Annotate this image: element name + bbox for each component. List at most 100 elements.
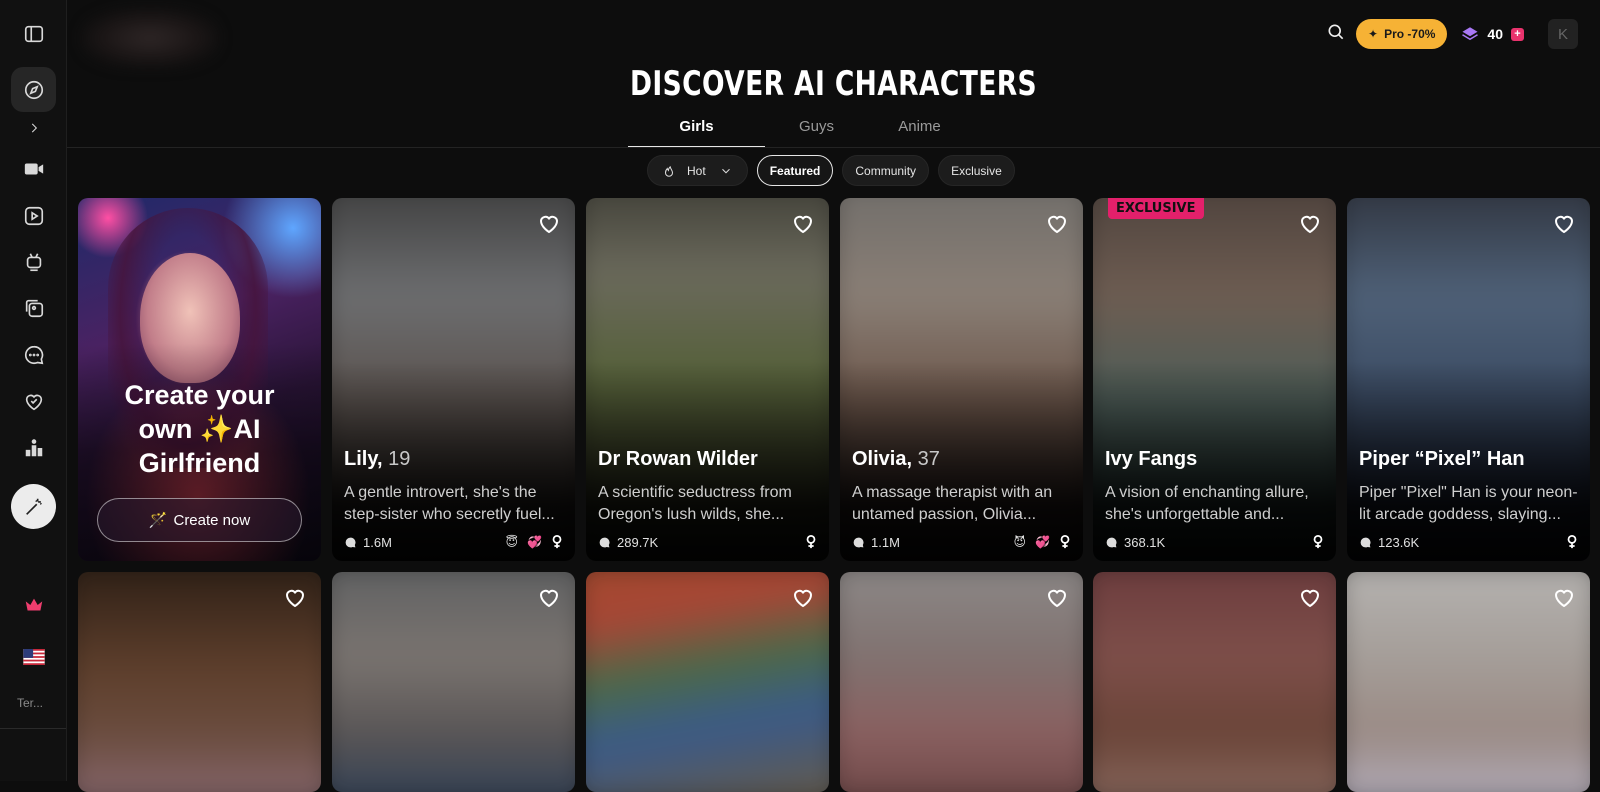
character-meta: 1.6M 😇 💞	[344, 534, 563, 550]
character-card[interactable]	[332, 572, 575, 792]
character-card[interactable]: Dr Rowan Wilder A scientific seductress …	[586, 198, 829, 561]
expand-chevron-icon[interactable]	[11, 107, 56, 149]
create-now-label: Create now	[173, 511, 251, 529]
gems-balance[interactable]: 40 +	[1461, 25, 1524, 43]
sort-dropdown[interactable]: Hot	[647, 155, 748, 186]
favorite-heart-icon[interactable]	[1552, 586, 1576, 610]
character-name: Ivy Fangs	[1105, 448, 1198, 470]
favorite-heart-icon[interactable]	[791, 212, 815, 236]
character-card[interactable]	[840, 572, 1083, 792]
blurred-logo	[80, 8, 220, 68]
trait-emoji: 💞	[1035, 535, 1050, 549]
pro-upgrade-button[interactable]: ✦ Pro -70%	[1356, 19, 1448, 49]
page-title: DISCOVER AI CHARACTERS	[629, 64, 1038, 104]
us-flag-icon[interactable]	[11, 634, 56, 679]
sparkle-icon: ✦	[1368, 27, 1379, 41]
favorite-heart-icon[interactable]	[537, 212, 561, 236]
favorite-heart-icon[interactable]	[283, 586, 307, 610]
filter-exclusive[interactable]: Exclusive	[938, 155, 1015, 186]
character-meta: 123.6K	[1359, 534, 1578, 550]
filter-community[interactable]: Community	[842, 155, 930, 186]
heart-handshake-icon[interactable]	[11, 379, 56, 424]
trait-emoji: 😈	[1013, 535, 1027, 549]
chat-bubble-icon[interactable]	[11, 332, 56, 377]
chat-count-icon	[853, 537, 864, 547]
character-card[interactable]: EXCLUSIVE Ivy Fangs A vision of enchanti…	[1093, 198, 1336, 561]
tab-guys[interactable]: Guys	[765, 114, 868, 148]
create-now-button[interactable]: 🪄 Create now	[97, 498, 302, 542]
chat-count: 289.7K	[617, 534, 659, 550]
favorite-heart-icon[interactable]	[537, 586, 561, 610]
character-card[interactable]	[586, 572, 829, 792]
character-name: Dr Rowan Wilder	[598, 448, 758, 470]
female-icon	[1313, 535, 1323, 549]
trait-emoji: 😇	[505, 535, 519, 549]
character-card[interactable]	[78, 572, 321, 792]
avatar[interactable]: K	[1548, 19, 1578, 49]
tab-anime[interactable]: Anime	[868, 114, 971, 148]
chat-count: 368.1K	[1124, 534, 1166, 550]
character-name: Lily, 19	[344, 448, 411, 470]
topbar-actions: ✦ Pro -70% 40 + K	[1326, 18, 1578, 50]
character-card[interactable]: Olivia, 37 A massage therapist with an un…	[840, 198, 1083, 561]
character-meta: 289.7K	[598, 534, 817, 550]
character-card[interactable]: Piper “Pixel” Han Piper "Pixel" Han is y…	[1347, 198, 1590, 561]
character-description: Piper "Pixel" Han is your neon-lit arcad…	[1359, 484, 1578, 523]
chevron-down-icon	[721, 168, 730, 173]
toggle-sidebar-icon[interactable]	[11, 11, 56, 56]
create-ai-girlfriend-card[interactable]: Create your own ✨AI Girlfriend 🪄 Create …	[78, 198, 321, 561]
gallery-images-icon[interactable]	[11, 285, 56, 330]
sidebar: Ter...	[0, 0, 67, 781]
character-card[interactable]: Lily, 19 A gentle introvert, she's the st…	[332, 198, 575, 561]
chat-count: 1.1M	[871, 534, 900, 550]
sort-label: Hot	[687, 163, 706, 178]
chat-count-icon	[345, 537, 356, 547]
chat-count-icon	[1106, 537, 1117, 547]
trait-emoji: 💞	[527, 535, 542, 549]
chat-count: 1.6M	[363, 534, 392, 550]
video-camera-icon[interactable]	[11, 146, 56, 191]
robot-icon[interactable]	[11, 239, 56, 284]
female-icon	[806, 535, 816, 549]
category-tabs: Girls Guys Anime	[628, 114, 971, 148]
character-description: A gentle introvert, she's the step-sister…	[344, 484, 555, 523]
magic-wand-icon[interactable]	[11, 484, 56, 529]
female-icon	[1567, 535, 1577, 549]
filter-featured[interactable]: Featured	[756, 155, 834, 186]
magic-wand-icon: 🪄	[148, 512, 168, 529]
discover-compass-icon[interactable]	[11, 67, 56, 112]
chat-count: 123.6K	[1378, 534, 1420, 550]
character-card[interactable]	[1347, 572, 1590, 792]
gems-count: 40	[1487, 26, 1503, 42]
search-icon[interactable]	[1326, 22, 1346, 47]
flame-icon	[664, 165, 674, 177]
exclusive-badge: EXCLUSIVE	[1108, 198, 1204, 219]
favorite-heart-icon[interactable]	[1045, 212, 1069, 236]
character-description: A massage therapist with an untamed passi…	[852, 484, 1053, 523]
favorite-heart-icon[interactable]	[1298, 586, 1322, 610]
character-meta: 1.1M 😈 💞	[852, 534, 1071, 550]
character-meta: 368.1K	[1105, 534, 1324, 550]
female-icon	[1060, 535, 1070, 549]
pro-label: Pro -70%	[1384, 27, 1436, 41]
chat-count-icon	[1360, 537, 1371, 547]
leaderboard-icon[interactable]	[11, 425, 56, 470]
crown-icon[interactable]	[11, 582, 56, 627]
female-icon	[552, 535, 562, 549]
character-description: A scientific seductress from Oregon's lus…	[598, 484, 792, 523]
character-name: Olivia, 37	[852, 448, 940, 470]
tabs-divider	[67, 147, 1600, 148]
favorite-heart-icon[interactable]	[1552, 212, 1576, 236]
tab-girls[interactable]: Girls	[628, 114, 765, 148]
character-description: A vision of enchanting allure, she's unfo…	[1105, 484, 1309, 523]
terms-link[interactable]: Ter...	[17, 696, 43, 710]
character-card[interactable]	[1093, 572, 1336, 792]
favorite-heart-icon[interactable]	[791, 586, 815, 610]
favorite-heart-icon[interactable]	[1298, 212, 1322, 236]
chat-count-icon	[599, 537, 610, 547]
favorite-heart-icon[interactable]	[1045, 586, 1069, 610]
play-video-icon[interactable]	[11, 193, 56, 238]
add-gems-icon[interactable]: +	[1511, 27, 1524, 41]
gem-stack-icon	[1462, 27, 1479, 41]
create-card-title: Create your own ✨AI Girlfriend	[124, 380, 275, 478]
